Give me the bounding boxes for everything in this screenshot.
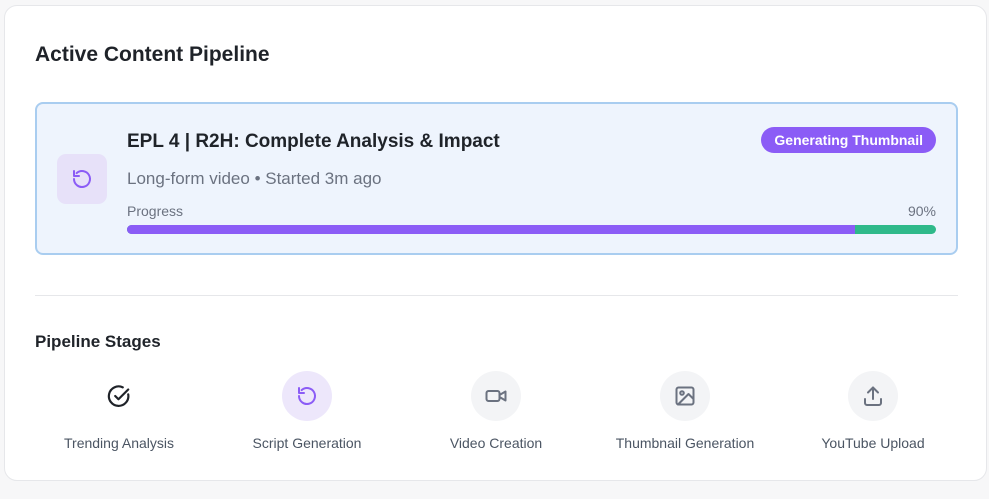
stage-script-generation[interactable]: Script Generation	[213, 371, 401, 461]
progress-bar-fill	[127, 225, 856, 234]
stage-label: Trending Analysis	[64, 435, 174, 451]
stage-trending-analysis[interactable]: Trending Analysis	[25, 371, 213, 461]
status-badge: Generating Thumbnail	[761, 127, 936, 153]
stage-label: YouTube Upload	[821, 435, 925, 451]
stage-label: Script Generation	[252, 435, 362, 451]
stage-label: Thumbnail Generation	[615, 435, 755, 451]
page-title: Active Content Pipeline	[35, 43, 270, 66]
refresh-icon	[282, 371, 332, 421]
active-pipeline-card: Active Content Pipeline EPL 4 | R2H: Com…	[4, 5, 987, 481]
upload-icon	[848, 371, 898, 421]
progress-value: 90%	[907, 203, 936, 219]
section-divider	[35, 295, 958, 296]
stage-youtube-upload[interactable]: YouTube Upload	[779, 371, 967, 461]
progress-label: Progress	[127, 203, 184, 219]
image-icon	[660, 371, 710, 421]
item-title: EPL 4 | R2H: Complete Analysis & Impact	[127, 131, 500, 152]
item-meta: Long-form video • Started 3m ago	[127, 169, 382, 188]
check-circle-icon	[94, 371, 144, 421]
stage-label: Video Creation	[449, 435, 543, 451]
refresh-icon	[57, 154, 107, 204]
pipeline-stages-title: Pipeline Stages	[35, 332, 161, 351]
video-camera-icon	[471, 371, 521, 421]
stage-thumbnail-generation[interactable]: Thumbnail Generation	[591, 371, 779, 461]
stage-video-creation[interactable]: Video Creation	[402, 371, 590, 461]
progress-bar	[127, 225, 936, 234]
active-pipeline-item[interactable]: EPL 4 | R2H: Complete Analysis & Impact …	[35, 102, 958, 255]
